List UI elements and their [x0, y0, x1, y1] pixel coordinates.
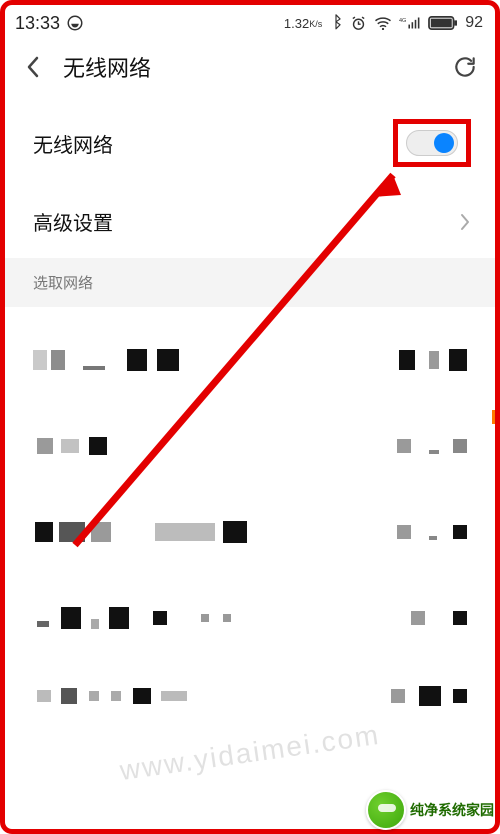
advanced-settings-label: 高级设置: [33, 207, 113, 236]
status-time: 13:33: [15, 13, 60, 34]
svg-text:4G: 4G: [399, 18, 406, 24]
app-indicator-icon: [66, 14, 84, 32]
signal-icon: 4G: [399, 16, 421, 30]
bluetooth-icon: [329, 14, 343, 32]
wifi-toggle-label: 无线网络: [33, 129, 113, 158]
page-header: 无线网络: [5, 39, 495, 101]
back-button[interactable]: [19, 53, 47, 81]
network-item[interactable]: [29, 489, 471, 575]
network-item[interactable]: [29, 575, 471, 661]
refresh-icon: [452, 54, 478, 80]
wifi-toggle-row: 无线网络: [5, 101, 495, 185]
advanced-settings-row[interactable]: 高级设置: [5, 185, 495, 258]
wifi-toggle[interactable]: [406, 130, 458, 156]
select-network-section-header: 选取网络: [5, 258, 495, 307]
brand-badge: 纯净系统家园: [366, 790, 494, 830]
battery-icon: [428, 16, 458, 30]
alarm-icon: [350, 15, 367, 32]
page-title: 无线网络: [63, 51, 151, 83]
chevron-left-icon: [25, 55, 41, 79]
toggle-knob: [434, 133, 454, 153]
chevron-right-icon: [459, 212, 471, 232]
refresh-button[interactable]: [449, 51, 481, 83]
brand-logo-icon: [366, 790, 406, 830]
network-list: [5, 307, 495, 787]
annotation-highlight-box: [393, 119, 471, 167]
brand-name: 纯净系统家园: [410, 800, 494, 820]
network-item[interactable]: [29, 317, 471, 403]
status-bar: 13:33 1.32K/s 4G 92: [5, 5, 495, 39]
network-speed: 1.32K/s: [284, 15, 322, 32]
battery-percent: 92: [465, 14, 483, 32]
network-item[interactable]: [29, 661, 471, 731]
network-item[interactable]: [29, 403, 471, 489]
wifi-icon: [374, 16, 392, 30]
